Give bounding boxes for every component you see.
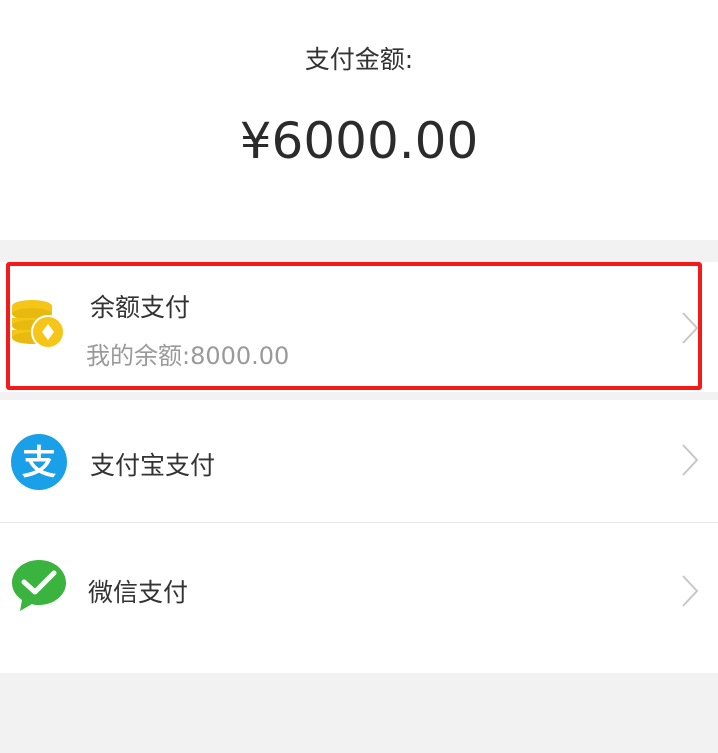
amount-value: ¥6000.00: [239, 112, 479, 170]
alipay-payment-title: 支付宝支付: [90, 451, 216, 480]
coins-icon: [10, 296, 68, 358]
wechat-pay-icon: [10, 557, 68, 619]
wechat-payment-option[interactable]: 微信支付: [0, 523, 718, 673]
wechat-payment-title: 微信支付: [88, 578, 189, 607]
svg-text:支: 支: [22, 443, 56, 483]
balance-amount-text: 我的余额:8000.00: [86, 342, 290, 370]
amount-label: 支付金额:: [304, 45, 414, 74]
chevron-right-icon: [680, 442, 700, 482]
payment-header: 支付金额: ¥6000.00: [0, 0, 718, 240]
balance-payment-title: 余额支付: [90, 293, 191, 322]
chevron-right-icon: [680, 573, 700, 613]
chevron-right-icon: [680, 310, 700, 350]
balance-payment-option[interactable]: 余额支付 我的余额:8000.00: [0, 262, 718, 392]
alipay-payment-option[interactable]: 支 支付宝支付: [0, 400, 718, 522]
alipay-icon: 支: [10, 433, 68, 495]
